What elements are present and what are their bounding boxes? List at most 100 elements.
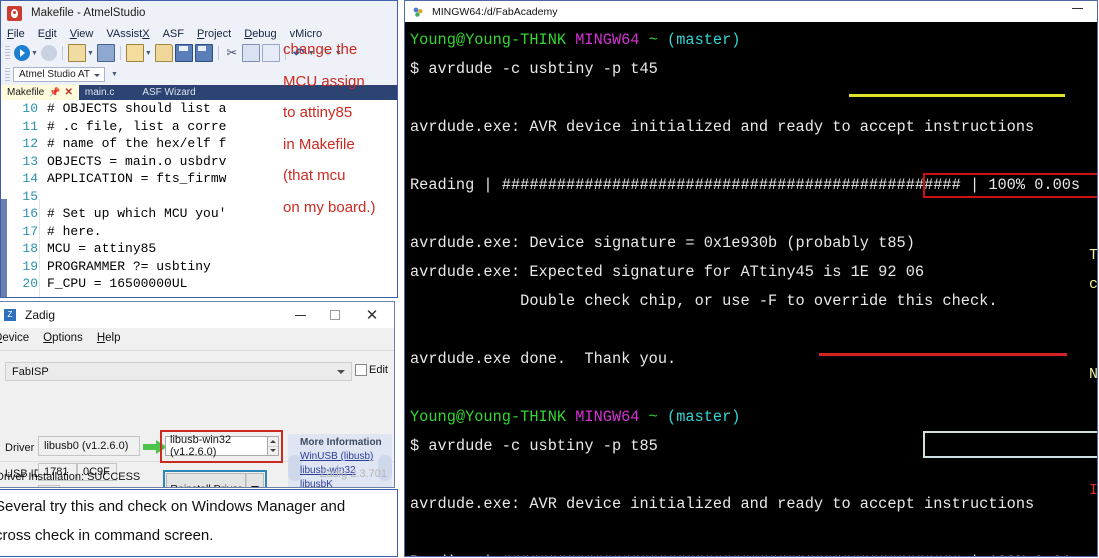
terminal-output-line: Double check chip, or use -F to override…	[410, 287, 1097, 316]
zadig-version-label: Zadig 2.3.701	[319, 468, 387, 480]
tab-asf-wizard[interactable]: ASF Wizard	[120, 85, 201, 100]
prompt-user: Young@Young-THINK	[410, 408, 576, 426]
new-file-icon[interactable]	[67, 44, 86, 62]
tab-makefile[interactable]: Makefile 📌 ✕	[1, 85, 79, 100]
line-code: OBJECTS = main.o usbdrv	[47, 153, 227, 169]
line-number: 14	[22, 171, 38, 187]
edit-checkbox[interactable]: Edit	[355, 364, 388, 376]
toolbar-separator	[217, 46, 219, 60]
cut-icon[interactable]: ✂	[224, 45, 240, 61]
menu-debug[interactable]: Debug	[244, 28, 276, 40]
close-icon[interactable]: ✕	[64, 87, 72, 98]
open-file-icon[interactable]	[154, 44, 173, 62]
menu-file[interactable]: File	[7, 28, 25, 40]
line-number: 11	[22, 118, 38, 134]
zadig-main-panel: FabISP Edit Driver libusb0 (v1.2.6.0) li…	[0, 350, 394, 487]
open-folder-icon[interactable]	[125, 44, 144, 62]
line-code: # name of the hex/elf f	[47, 136, 227, 152]
line-number: 19	[22, 258, 38, 274]
menu-edit[interactable]: Edit	[38, 28, 57, 40]
chevron-down-icon	[270, 449, 276, 453]
annotation-line: change the	[283, 41, 358, 58]
caption-line-2: cross check in command screen.	[0, 527, 214, 544]
terminal-annotation-1-line1: This message means that the first eviden…	[1089, 247, 1098, 264]
terminal-prompt-line: Young@Young-THINK MINGW64 ~ (master)	[410, 26, 1097, 55]
close-button[interactable]: ✕	[357, 302, 387, 328]
menu-asf[interactable]: ASF	[163, 28, 184, 40]
terminal-output-line: avrdude.exe done. Thank you.	[410, 345, 1097, 374]
device-signature-highlight-2	[923, 431, 1097, 458]
zadig-menu-help[interactable]: Help	[97, 332, 121, 344]
maximize-icon	[330, 310, 340, 320]
chevron-down-icon[interactable]: ▼	[87, 50, 94, 57]
command-text: $ avrdude -c usbtiny -p t45	[410, 60, 658, 78]
zadig-menu-options[interactable]: Options	[43, 332, 83, 344]
zadig-menu-bar: Device Options Help	[0, 328, 394, 348]
terminal-line-list: Young@Young-THINK MINGW64 ~ (master) $ av…	[410, 26, 1097, 556]
device-select[interactable]: FabISP	[5, 362, 352, 381]
target-driver-value: libusb-win32 (v1.2.6.0)	[170, 434, 232, 458]
terminal-output[interactable]: Young@Young-THINK MINGW64 ~ (master) $ av…	[405, 22, 1097, 556]
pin-icon[interactable]: 📌	[49, 87, 60, 98]
terminal-annotation-1-line2: communication via USB port to the ISP mc…	[1089, 276, 1098, 293]
annotation-line: to attiny85	[283, 104, 353, 121]
stepper-up[interactable]	[268, 437, 278, 447]
edit-checkbox-label: Edit	[369, 364, 388, 376]
prompt-shell: MINGW64	[575, 408, 649, 426]
maximize-button[interactable]	[320, 302, 350, 328]
line-number: 15	[22, 188, 38, 204]
terminal-annotation-3: It's really works to find a my ISP on US…	[1089, 482, 1098, 499]
atmel-config-select[interactable]: Atmel Studio AT	[13, 67, 105, 82]
toolbar-grip[interactable]	[5, 67, 10, 82]
save-icon[interactable]	[174, 44, 193, 62]
target-driver-stepper[interactable]	[267, 436, 279, 456]
atmel-title-bar: Makefile - AtmelStudio	[1, 1, 397, 25]
link-winusb-libusb[interactable]: WinUSB (libusb)	[300, 451, 373, 462]
toolbar-grip[interactable]	[5, 46, 10, 60]
chevron-down-icon[interactable]: ▼	[145, 50, 152, 57]
line-number: 18	[22, 241, 38, 257]
annotation-line: in Makefile	[283, 135, 355, 153]
output-text: Reading | ##############################…	[410, 553, 1080, 556]
zadig-icon: Z	[4, 309, 16, 321]
chevron-down-icon[interactable]: ▼	[31, 50, 38, 57]
tab-mainc-label: main.c	[84, 87, 115, 98]
line-code: # here.	[47, 223, 102, 239]
line-code: F_CPU = 16500000UL	[47, 276, 188, 292]
mingw-icon	[413, 7, 423, 17]
terminal-title-bar: MINGW64:/d/FabAcademy	[405, 1, 1097, 22]
device-select-value: FabISP	[12, 365, 49, 378]
tab-mainc[interactable]: main.c	[79, 85, 120, 100]
zadig-menu-device[interactable]: Device	[0, 332, 29, 344]
output-text: avrdude.exe: Expected signature for ATti…	[410, 263, 925, 281]
minimize-icon[interactable]	[1072, 8, 1083, 9]
prompt-branch: (master)	[667, 408, 741, 426]
menu-project[interactable]: Project	[197, 28, 231, 40]
minimize-button[interactable]	[285, 302, 315, 328]
output-text: avrdude.exe: Device signature = 0x1e930b…	[410, 234, 915, 252]
stepper-down[interactable]	[268, 447, 278, 456]
paste-icon[interactable]	[261, 44, 280, 62]
zadig-window: Z Zadig ✕ Device Options Help FabISP Edi…	[0, 301, 395, 488]
tab-makefile-label: Makefile	[7, 87, 45, 98]
target-driver-field[interactable]: libusb-win32 (v1.2.6.0)	[165, 434, 271, 458]
copy-icon[interactable]	[241, 44, 260, 62]
toolbar-overflow-icon[interactable]: ▼	[111, 71, 118, 78]
run-disabled-icon	[40, 45, 57, 61]
terminal-prompt-line: Young@Young-THINK MINGW64 ~ (master)	[410, 403, 1097, 432]
chevron-up-icon	[270, 439, 276, 443]
run-icon[interactable]	[14, 45, 30, 61]
output-text: avrdude.exe: AVR device initialized and …	[410, 118, 1035, 136]
mingw64-terminal-window: MINGW64:/d/FabAcademy Young@Young-THINK …	[404, 0, 1098, 557]
new-window-icon[interactable]	[96, 44, 115, 62]
terminal-output-line: avrdude.exe: Device signature = 0x1e930b…	[410, 229, 1097, 258]
save-all-icon[interactable]	[194, 44, 213, 62]
menu-view[interactable]: View	[70, 28, 94, 40]
terminal-command-line: $ avrdude -c usbtiny -p t45	[410, 55, 1097, 84]
current-driver-value: libusb0 (v1.2.6.0)	[44, 440, 129, 452]
output-text: Double check chip, or use -F to override…	[410, 292, 998, 310]
menu-vassistx[interactable]: VAssistX	[106, 28, 149, 40]
